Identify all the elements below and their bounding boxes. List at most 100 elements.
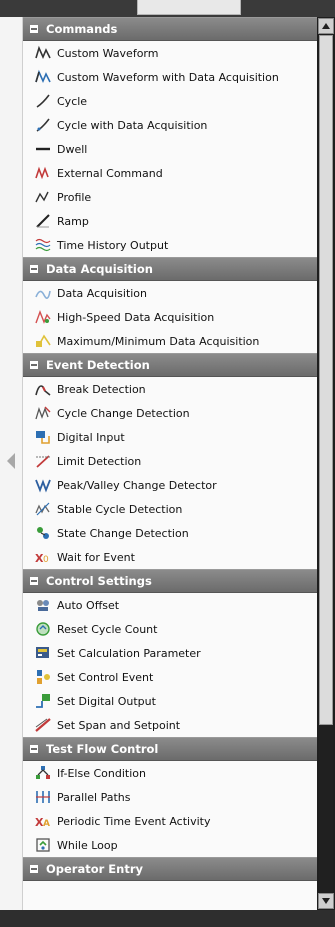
if-else-icon	[35, 765, 51, 781]
toolbox-item-maximum-minimum-data-acquisition[interactable]: Maximum/Minimum Data Acquisition	[23, 329, 318, 353]
toolbox-item-label: If-Else Condition	[57, 766, 146, 780]
periodic-time-icon: XA	[35, 813, 51, 829]
top-bar	[0, 0, 335, 17]
control-event-icon	[35, 669, 51, 685]
toolbox-item-parallel-paths[interactable]: Parallel Paths	[23, 785, 318, 809]
toolbox-item-cycle-with-data-acquisition[interactable]: Cycle with Data Acquisition	[23, 113, 318, 137]
toolbox-item-set-digital-output[interactable]: Set Digital Output	[23, 689, 318, 713]
toolbox-item-label: Time History Output	[57, 238, 169, 252]
left-gutter	[0, 17, 22, 910]
toolbox-item-label: External Command	[57, 166, 163, 180]
toolbox-tab[interactable]	[137, 0, 241, 15]
toolbox-item-custom-waveform-with-data-acquisition[interactable]: Custom Waveform with Data Acquisition	[23, 65, 318, 89]
toolbox-item-label: While Loop	[57, 838, 118, 852]
toolbox-item-custom-waveform[interactable]: Custom Waveform	[23, 41, 318, 65]
toolbox-item-set-control-event[interactable]: Set Control Event	[23, 665, 318, 689]
collapse-section-icon[interactable]	[30, 361, 38, 369]
toolbox-item-label: Ramp	[57, 214, 89, 228]
toolbox-item-label: Auto Offset	[57, 598, 120, 612]
section-header-data-acquisition[interactable]: Data Acquisition	[23, 257, 318, 281]
toolbox-item-label: Digital Input	[57, 430, 125, 444]
toolbox-item-dwell[interactable]: Dwell	[23, 137, 318, 161]
bottom-bar	[0, 910, 335, 927]
reset-cycle-icon	[35, 621, 51, 637]
toolbox-item-label: Limit Detection	[57, 454, 142, 468]
digital-input-icon	[35, 429, 51, 445]
section-header-event-detection[interactable]: Event Detection	[23, 353, 318, 377]
toolbox-item-cycle-change-detection[interactable]: Cycle Change Detection	[23, 401, 318, 425]
section-title: Test Flow Control	[46, 742, 159, 756]
toolbox-item-label: Cycle with Data Acquisition	[57, 118, 208, 132]
while-loop-icon	[35, 837, 51, 853]
toolbox-item-label: Stable Cycle Detection	[57, 502, 183, 516]
collapse-section-icon[interactable]	[30, 577, 38, 585]
cycle-change-icon	[35, 405, 51, 421]
toolbox-item-data-acquisition[interactable]: Data Acquisition	[23, 281, 318, 305]
custom-waveform-daq-icon	[35, 69, 51, 85]
state-change-icon	[35, 525, 51, 541]
digital-output-icon	[35, 693, 51, 709]
toolbox-item-limit-detection[interactable]: Limit Detection	[23, 449, 318, 473]
vertical-scrollbar[interactable]	[317, 17, 335, 910]
collapse-section-icon[interactable]	[30, 745, 38, 753]
toolbox-item-wait-for-event[interactable]: X 0 Wait for Event	[23, 545, 318, 569]
toolbox-item-auto-offset[interactable]: Auto Offset	[23, 593, 318, 617]
toolbox-item-label: Data Acquisition	[57, 286, 148, 300]
toolbox-item-reset-cycle-count[interactable]: Reset Cycle Count	[23, 617, 318, 641]
high-speed-daq-icon	[35, 309, 51, 325]
toolbox-item-label: State Change Detection	[57, 526, 189, 540]
toolbox-item-label: Set Span and Setpoint	[57, 718, 181, 732]
toolbox-item-peak-valley-change-detector[interactable]: Peak/Valley Change Detector	[23, 473, 318, 497]
collapse-section-icon[interactable]	[30, 25, 38, 33]
toolbox-item-external-command[interactable]: External Command	[23, 161, 318, 185]
toolbox-item-high-speed-data-acquisition[interactable]: High-Speed Data Acquisition	[23, 305, 318, 329]
toolbox-item-label: Peak/Valley Change Detector	[57, 478, 217, 492]
toolbox-item-set-span-and-setpoint[interactable]: Set Span and Setpoint	[23, 713, 318, 737]
section-title: Data Acquisition	[46, 262, 153, 276]
toolbox-item-stable-cycle-detection[interactable]: Stable Cycle Detection	[23, 497, 318, 521]
toolbox-item-while-loop[interactable]: While Loop	[23, 833, 318, 857]
collapse-section-icon[interactable]	[30, 865, 38, 873]
section-header-test-flow-control[interactable]: Test Flow Control	[23, 737, 318, 761]
break-detection-icon	[35, 381, 51, 397]
scroll-up-button[interactable]	[318, 18, 334, 34]
toolbox-item-state-change-detection[interactable]: State Change Detection	[23, 521, 318, 545]
toolbox-item-if-else-condition[interactable]: If-Else Condition	[23, 761, 318, 785]
section-header-operator-entry[interactable]: Operator Entry	[23, 857, 318, 881]
toolbox-item-break-detection[interactable]: Break Detection	[23, 377, 318, 401]
profile-icon	[35, 189, 51, 205]
toolbox-item-label: Maximum/Minimum Data Acquisition	[57, 334, 260, 348]
procedure-toolbox-window: Commands Custom Waveform Custom Waveform w…	[0, 0, 335, 927]
svg-text:0: 0	[43, 555, 49, 565]
limit-detection-icon	[35, 453, 51, 469]
stable-cycle-icon	[35, 501, 51, 517]
toolbox-item-profile[interactable]: Profile	[23, 185, 318, 209]
toolbox-item-label: Custom Waveform with Data Acquisition	[57, 70, 279, 84]
dwell-icon	[35, 141, 51, 157]
section-title: Control Settings	[46, 574, 152, 588]
auto-offset-icon	[35, 597, 51, 613]
toolbox-item-set-calculation-parameter[interactable]: Set Calculation Parameter	[23, 641, 318, 665]
calc-parameter-icon	[35, 645, 51, 661]
toolbox-item-label: Parallel Paths	[57, 790, 131, 804]
collapse-panel-icon[interactable]	[7, 453, 15, 469]
toolbox-item-ramp[interactable]: Ramp	[23, 209, 318, 233]
toolbox-item-label: Periodic Time Event Activity	[57, 814, 211, 828]
toolbox-item-digital-input[interactable]: Digital Input	[23, 425, 318, 449]
section-header-control-settings[interactable]: Control Settings	[23, 569, 318, 593]
svg-text:A: A	[43, 819, 50, 829]
cycle-daq-icon	[35, 117, 51, 133]
section-header-commands[interactable]: Commands	[23, 17, 318, 41]
section-title: Commands	[46, 22, 118, 36]
toolbox-item-cycle[interactable]: Cycle	[23, 89, 318, 113]
toolbox-item-time-history-output[interactable]: Time History Output	[23, 233, 318, 257]
scroll-thumb[interactable]	[319, 35, 333, 725]
scroll-down-button[interactable]	[318, 893, 334, 909]
toolbox-item-label: Set Control Event	[57, 670, 154, 684]
peak-valley-icon	[35, 477, 51, 493]
cycle-icon	[35, 93, 51, 109]
collapse-section-icon[interactable]	[30, 265, 38, 273]
custom-waveform-icon	[35, 45, 51, 61]
time-history-icon	[35, 237, 51, 253]
toolbox-item-periodic-time-event-activity[interactable]: X A Periodic Time Event Activity	[23, 809, 318, 833]
